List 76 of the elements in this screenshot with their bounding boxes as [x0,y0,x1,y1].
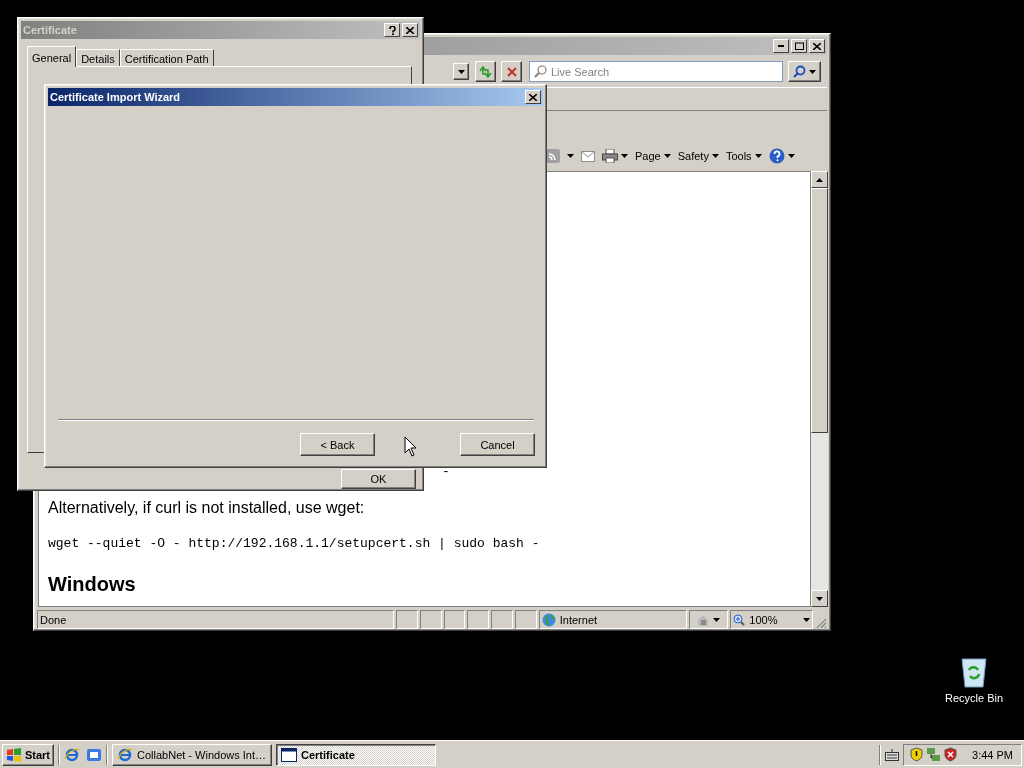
scroll-down-icon[interactable] [816,596,823,601]
status-pane [491,610,513,629]
refresh-button[interactable] [475,61,496,82]
dropdown-arrow-icon [621,154,628,158]
tab[interactable]: Certification Path [119,49,214,67]
scroll-up-icon[interactable] [816,177,823,182]
ok-button[interactable]: OK [341,469,416,489]
dropdown-arrow-icon [803,617,811,622]
keyboard-icon[interactable] [885,748,900,761]
search-icon [793,65,806,78]
status-pane [443,610,466,629]
status-pane [514,610,537,629]
minimize-icon [778,45,784,47]
browser-icon[interactable] [64,746,80,763]
window-title: Certificate [23,24,78,36]
cursor-icon [404,436,417,457]
house-lock-icon [697,613,709,626]
status-pane [467,610,490,629]
search-icon [534,65,547,78]
dropdown-arrow-icon [809,69,816,74]
recycle-bin-icon[interactable] [960,656,988,688]
close-icon [406,26,414,34]
dropdown-arrow-icon [713,617,720,622]
security-alert-icon[interactable] [944,747,958,762]
question-mark-icon [388,25,396,35]
taskbar-button[interactable]: Certificate [276,743,436,766]
cancel-button[interactable]: Cancel [460,433,535,456]
mail-icon[interactable] [581,150,595,162]
clock[interactable]: 3:44 PM [972,748,1013,761]
command-menu[interactable]: Tools [725,150,762,162]
help-button[interactable] [768,148,795,164]
dropdown-arrow-icon [457,69,465,74]
paragraph: Alternatively, if curl is not installed, use wget: [48,499,366,517]
start-button[interactable]: Start [2,743,54,766]
dropdown-arrow-icon [567,154,574,158]
print-button[interactable] [602,149,628,163]
address-dropdown-button[interactable] [453,63,469,80]
command-menu[interactable]: Safety [677,150,719,162]
taskbar-button[interactable]: CollabNet - Windows Int… [112,743,272,766]
close-icon [529,93,537,101]
close-icon [813,42,821,50]
zoom-icon [733,613,746,626]
refresh-icon [479,65,492,78]
stop-button[interactable] [501,61,522,82]
section-heading: Windows [48,573,137,596]
windows-logo-icon [5,747,22,762]
browser-icon[interactable] [117,746,133,763]
zone-text: Internet [559,613,598,626]
dropdown-arrow-icon [711,154,719,158]
resize-grip-icon[interactable] [815,617,828,629]
back-button[interactable]: < Back [300,433,375,456]
command-menu[interactable]: Page [635,150,671,162]
status-pane [419,610,442,629]
close-button[interactable] [525,90,541,104]
code-text: - [442,464,450,479]
tab[interactable]: Details [76,49,120,67]
window-icon [281,747,297,762]
search-button[interactable] [788,61,821,82]
scrollbar[interactable] [811,171,828,607]
code-text: wget --quiet -O - http://192.168.1.1/setupcert.sh | sudo bash - [48,536,541,551]
maximize-icon [794,42,804,50]
search-field[interactable]: Live Search [529,61,783,82]
stop-icon [506,66,517,77]
tab[interactable]: General [27,46,77,67]
globe-icon [541,612,556,627]
status-pane [396,610,418,629]
window-title: Certificate Import Wizard [50,91,182,103]
status-text: Done [37,610,395,629]
icon-label: Recycle Bin [944,692,1004,704]
protected-mode-button[interactable] [688,610,729,629]
dropdown-arrow-icon [754,154,762,158]
dropdown-arrow-icon [787,154,795,158]
zoom-button[interactable]: 100% [730,610,814,629]
shield-icon[interactable] [910,747,924,762]
desktop-icon[interactable] [86,746,102,763]
dropdown-arrow-icon [663,154,671,158]
